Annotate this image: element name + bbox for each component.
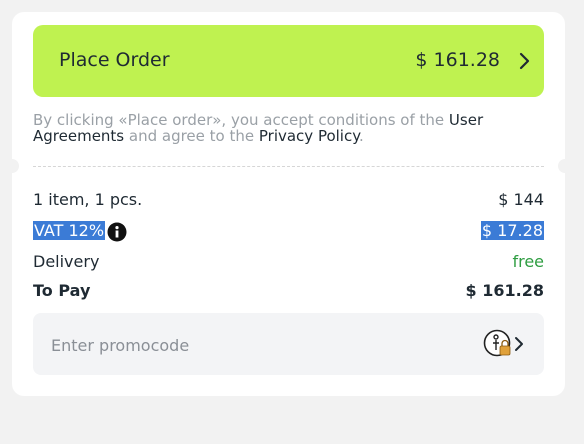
- items-label: 1 item, 1 pcs.: [33, 190, 143, 209]
- place-order-label: Place Order: [59, 49, 170, 71]
- delivery-value: free: [512, 252, 544, 271]
- delivery-label: Delivery: [33, 252, 100, 271]
- vat-label: VAT 12%: [33, 221, 106, 240]
- info-icon[interactable]: [107, 222, 127, 242]
- place-order-button[interactable]: Place Order $ 161.28: [33, 25, 544, 97]
- chevron-right-icon[interactable]: [513, 336, 525, 352]
- place-order-price: $ 161.28: [415, 49, 500, 71]
- total-row: To Pay $ 161.28: [33, 281, 544, 303]
- delivery-row: Delivery free: [33, 252, 544, 274]
- items-value: $ 144: [498, 190, 544, 209]
- items-row: 1 item, 1 pcs. $ 144: [33, 190, 544, 212]
- promo-lock-icon: [483, 329, 511, 357]
- vat-value: $ 17.28: [480, 221, 544, 240]
- promocode-field[interactable]: [33, 313, 544, 375]
- privacy-policy-link[interactable]: Privacy Policy: [259, 127, 359, 145]
- divider-notch-right: [558, 159, 572, 173]
- terms-text: By clicking «Place order», you accept co…: [33, 112, 503, 144]
- terms-suffix: .: [358, 127, 364, 145]
- dashed-divider: [33, 166, 544, 167]
- terms-middle: and agree to the: [124, 127, 259, 145]
- total-label: To Pay: [33, 281, 91, 300]
- divider-notch-left: [5, 159, 19, 173]
- vat-row: VAT 12% $ 17.28: [33, 221, 544, 243]
- order-summary-card: Place Order $ 161.28 By clicking «Place …: [5, 12, 572, 396]
- total-value: $ 161.28: [465, 281, 544, 300]
- chevron-right-icon: [519, 52, 530, 70]
- promocode-input[interactable]: [49, 333, 453, 357]
